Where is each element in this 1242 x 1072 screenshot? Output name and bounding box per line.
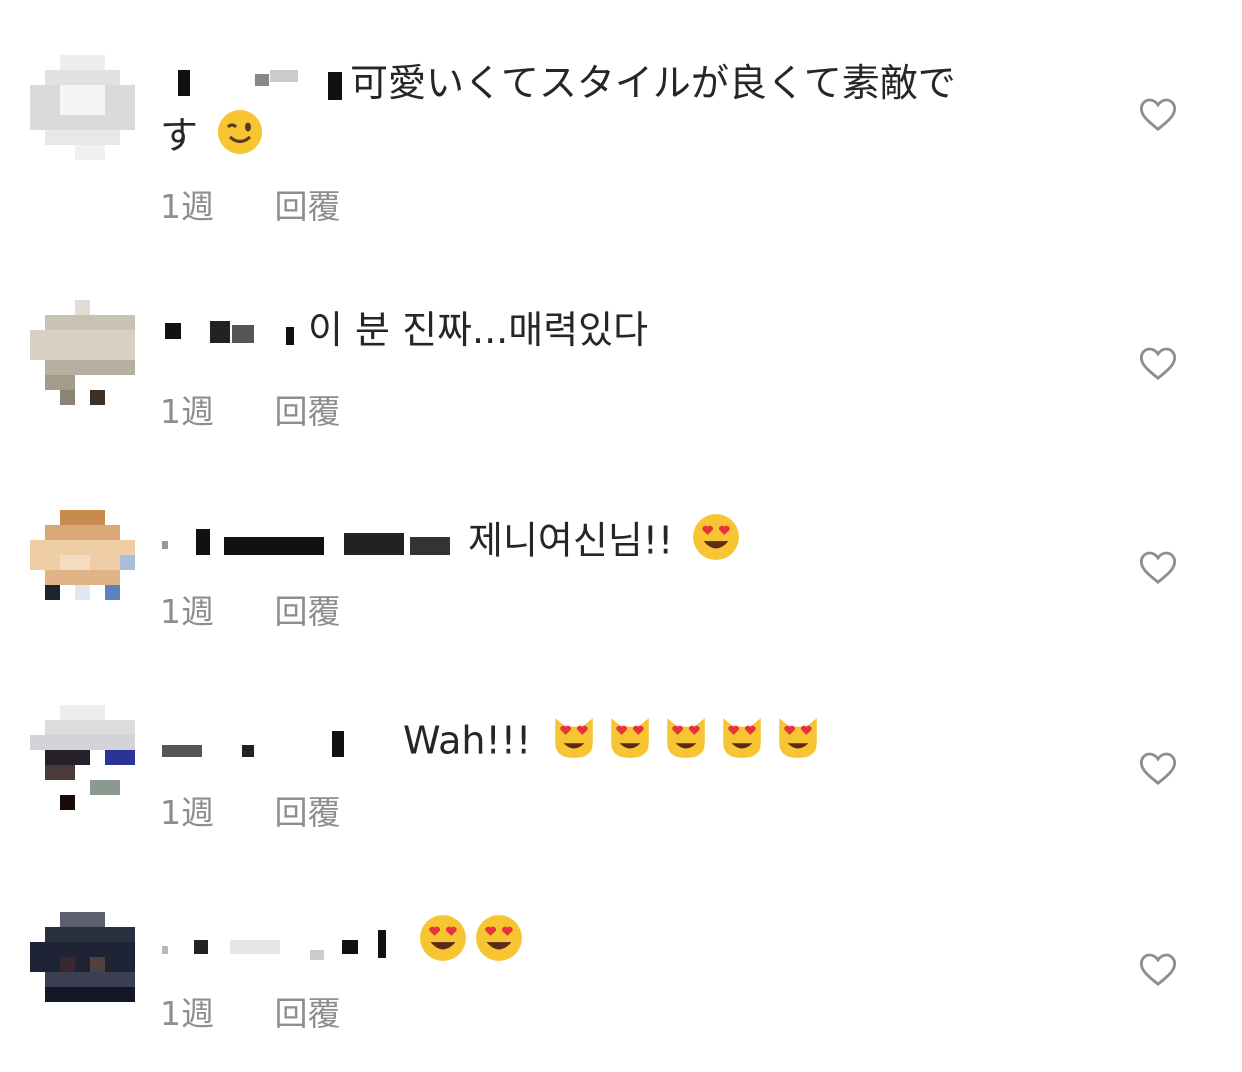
avatar[interactable] xyxy=(30,510,135,615)
username-redacted[interactable] xyxy=(160,924,392,964)
comment-body-line2: す xyxy=(160,113,199,158)
heart-eyes-cat-emoji xyxy=(717,712,767,774)
comment-time: 1週 xyxy=(160,187,214,226)
comment-text: 이 분 진짜...매력있다 xyxy=(160,305,1060,355)
comment-meta: 1週 回覆 xyxy=(160,585,391,633)
heart-outline-icon[interactable] xyxy=(1138,95,1178,135)
comment-time: 1週 xyxy=(160,392,214,431)
comment-body: Wah!!! xyxy=(403,718,532,763)
username-redacted[interactable] xyxy=(160,66,342,106)
comment-meta: 1週 回覆 xyxy=(160,180,391,228)
comment-meta: 1週 回覆 xyxy=(160,786,391,834)
comment-meta: 1週 回覆 xyxy=(160,385,391,433)
heart-eyes-emoji xyxy=(474,913,524,975)
comment-text: 可愛いくてスタイルが良くて素敵で す xyxy=(160,58,1060,168)
heart-eyes-cat-emoji xyxy=(661,712,711,774)
avatar[interactable] xyxy=(30,300,135,405)
heart-eyes-cat-emoji xyxy=(605,712,655,774)
comment-text xyxy=(160,913,1060,975)
heart-eyes-emoji xyxy=(418,913,468,975)
reply-button[interactable]: 回覆 xyxy=(275,793,341,832)
heart-eyes-emoji xyxy=(691,512,741,574)
username-redacted[interactable] xyxy=(160,313,300,353)
username-redacted[interactable] xyxy=(160,723,395,763)
heart-outline-icon[interactable] xyxy=(1138,749,1178,789)
comment-body: 可愛いくてスタイルが良くて素敵で xyxy=(350,61,956,105)
avatar[interactable] xyxy=(30,912,135,1017)
comment-body: 이 분 진짜...매력있다 xyxy=(308,308,649,352)
comment-text: 제니여신님!! xyxy=(160,512,1060,574)
reply-button[interactable]: 回覆 xyxy=(275,994,341,1033)
comment-meta: 1週 回覆 xyxy=(160,987,391,1035)
reply-button[interactable]: 回覆 xyxy=(275,187,341,226)
heart-outline-icon[interactable] xyxy=(1138,950,1178,990)
comment-body: 제니여신님!! xyxy=(468,518,674,563)
avatar[interactable] xyxy=(30,55,135,160)
reply-button[interactable]: 回覆 xyxy=(275,592,341,631)
comment-time: 1週 xyxy=(160,793,214,832)
heart-eyes-cat-emoji xyxy=(773,712,823,774)
heart-outline-icon[interactable] xyxy=(1138,344,1178,384)
heart-eyes-cat-emoji xyxy=(549,712,599,774)
comment-time: 1週 xyxy=(160,592,214,631)
winking-face-emoji xyxy=(216,108,264,168)
heart-outline-icon[interactable] xyxy=(1138,548,1178,588)
heart-eyes-emoji-row xyxy=(412,915,524,964)
heart-eyes-cat-emoji-row xyxy=(543,718,823,763)
username-redacted[interactable] xyxy=(160,523,460,563)
reply-button[interactable]: 回覆 xyxy=(275,392,341,431)
comment-text: Wah!!! xyxy=(160,712,1060,774)
avatar[interactable] xyxy=(30,705,135,810)
comment-time: 1週 xyxy=(160,994,214,1033)
